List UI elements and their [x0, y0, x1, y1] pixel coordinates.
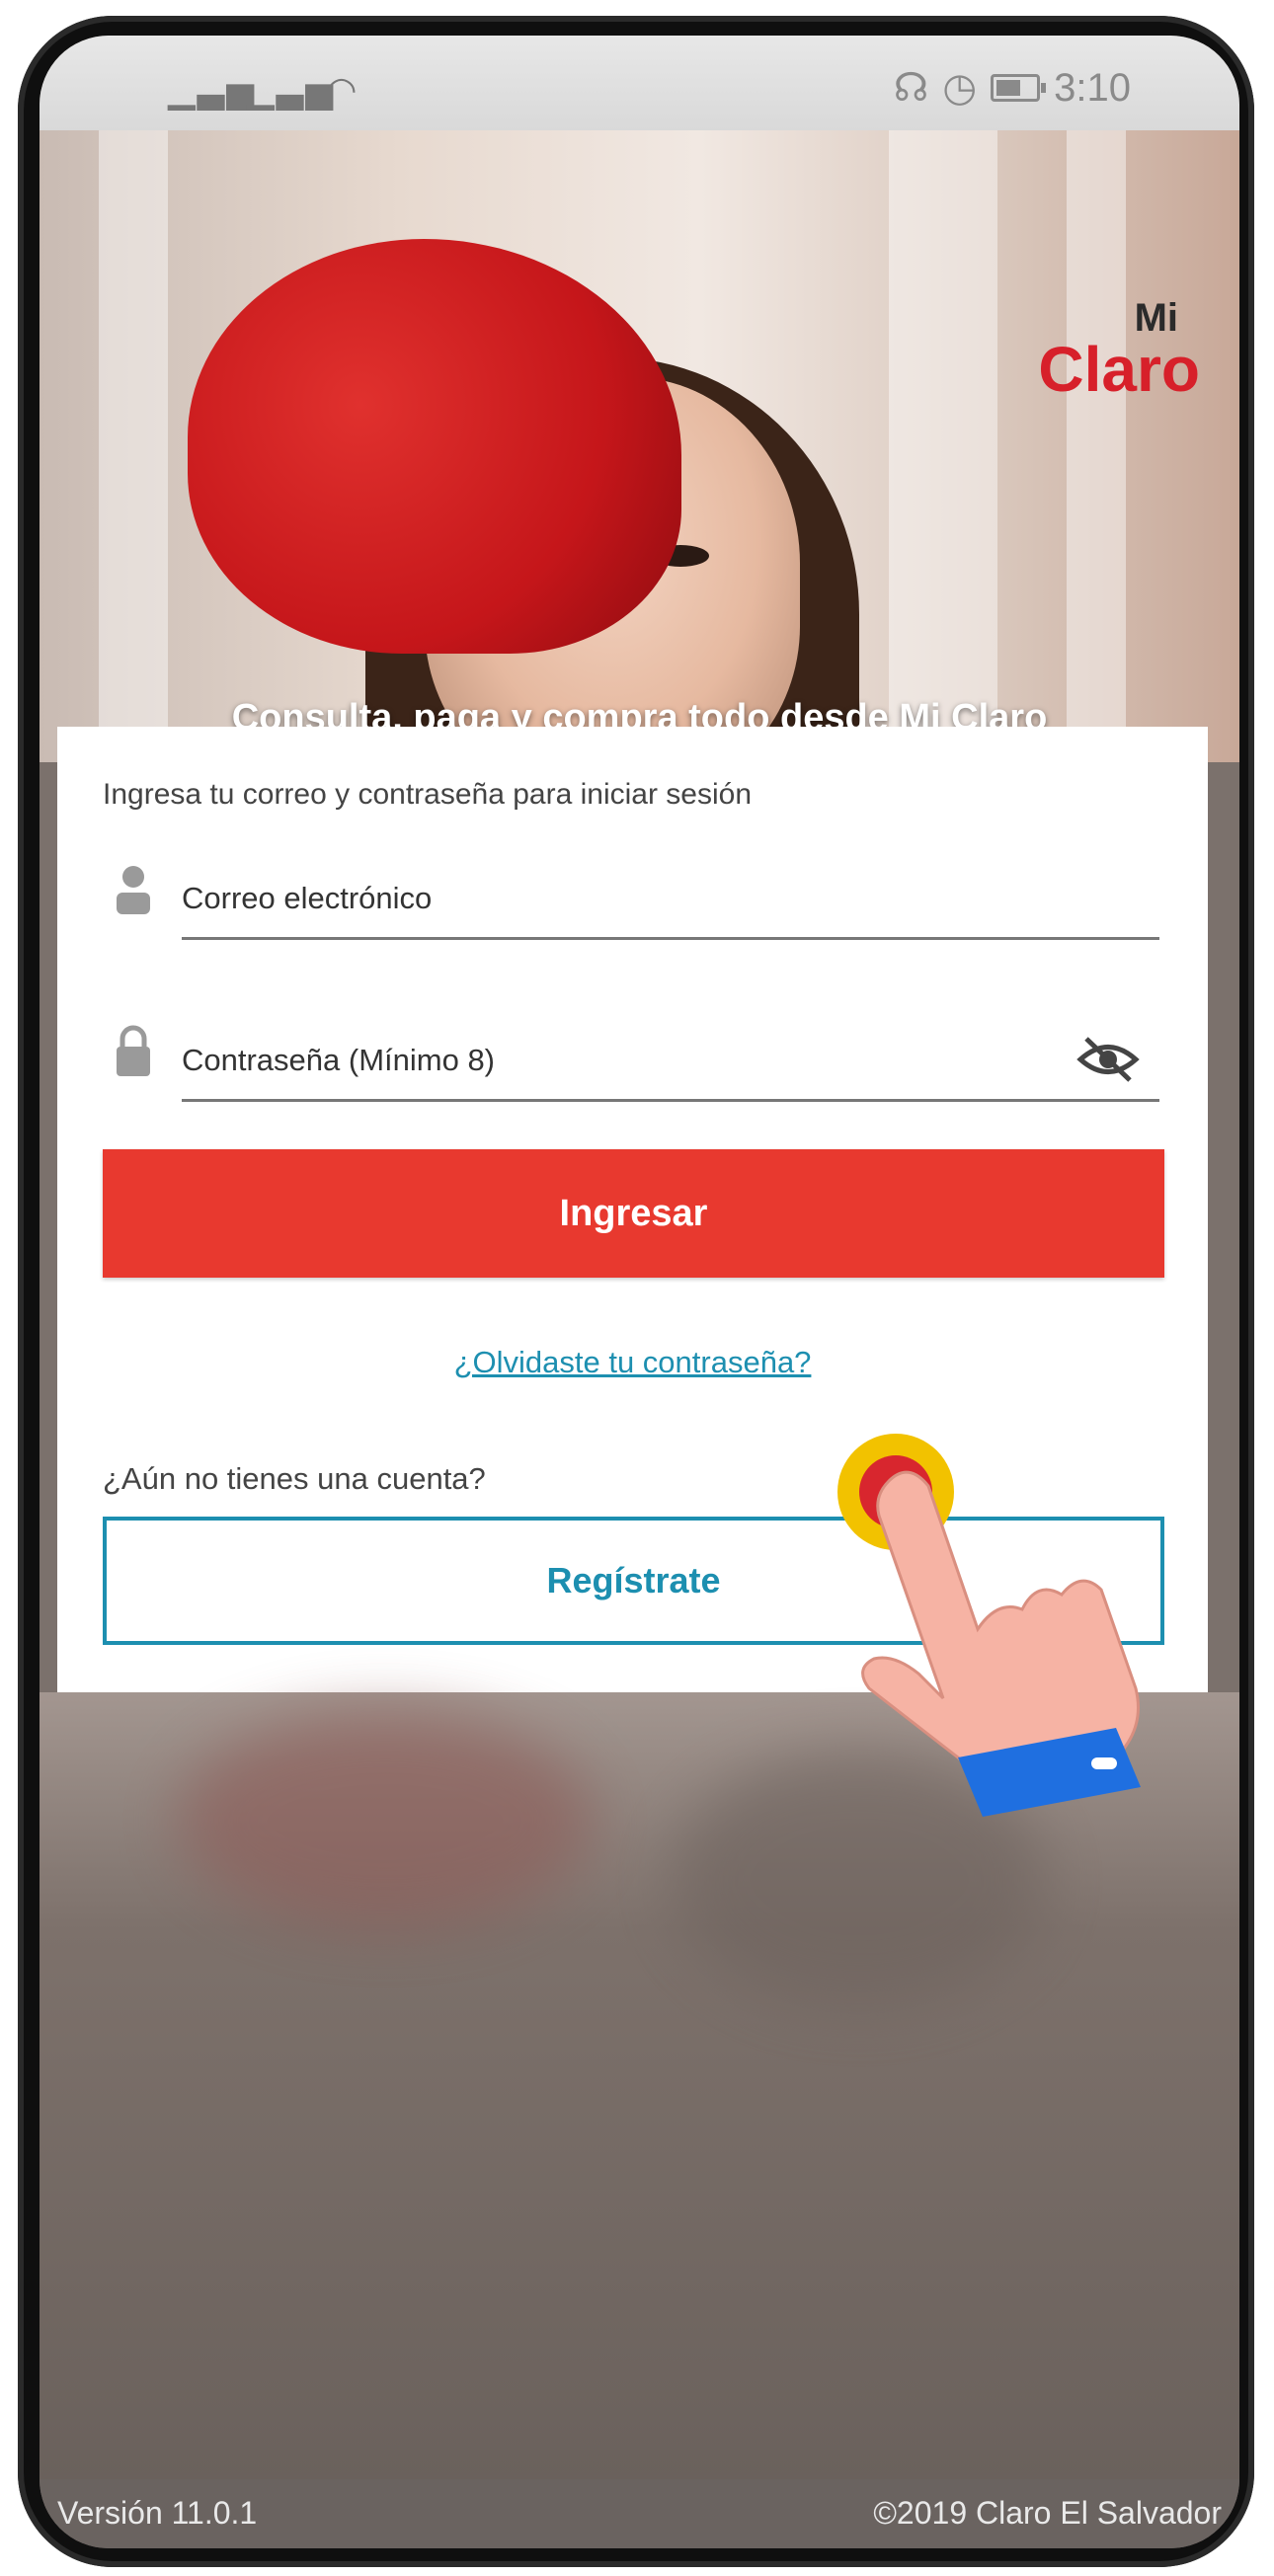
headset-icon: ☊ [893, 66, 929, 110]
app-screen: ▁▃▅ ▁▃▅ ◠ ☊ ◷ 3:10 Mi Claro Consulta, pa… [40, 36, 1239, 2548]
battery-icon [991, 74, 1047, 102]
mi-claro-logo: Mi Claro [1038, 296, 1200, 405]
forgot-password-link[interactable]: ¿Olvidaste tu contraseña? [57, 1345, 1208, 1380]
password-placeholder: Contraseña (Mínimo 8) [182, 1043, 496, 1077]
clock: 3:10 [1054, 65, 1131, 110]
signal-icon-2: ▁▃▅ [247, 69, 336, 110]
password-underline [182, 1099, 1159, 1102]
hero-banner: Mi Claro Consulta, paga y compra todo de… [40, 130, 1239, 762]
login-intro: Ingresa tu correo y contraseña para inic… [103, 778, 753, 811]
copyright-text: ©2019 Claro El Salvador [873, 2495, 1222, 2531]
eye-off-icon[interactable] [1076, 1033, 1140, 1086]
login-button[interactable]: Ingresar [103, 1149, 1164, 1278]
signal-icon: ▁▃▅ [168, 69, 257, 110]
status-right: ☊ ◷ 3:10 [894, 65, 1131, 111]
password-field[interactable]: Contraseña (Mínimo 8) [103, 1023, 1169, 1102]
lock-icon [117, 1025, 150, 1076]
email-placeholder: Correo electrónico [182, 881, 433, 915]
version-text: Versión 11.0.1 [57, 2495, 258, 2531]
alarm-icon: ◷ [942, 66, 978, 110]
footer: Versión 11.0.1 ©2019 Claro El Salvador [40, 2479, 1239, 2548]
no-account-text: ¿Aún no tienes una cuenta? [103, 1461, 486, 1496]
pointing-hand-icon [861, 1470, 1141, 1817]
email-field[interactable]: Correo electrónico [103, 861, 1169, 940]
hero-hat [188, 239, 681, 654]
email-underline [182, 937, 1159, 940]
status-bar: ▁▃▅ ▁▃▅ ◠ ☊ ◷ 3:10 [40, 36, 1239, 130]
user-icon [117, 866, 150, 914]
wifi-icon: ◠ [326, 69, 359, 110]
